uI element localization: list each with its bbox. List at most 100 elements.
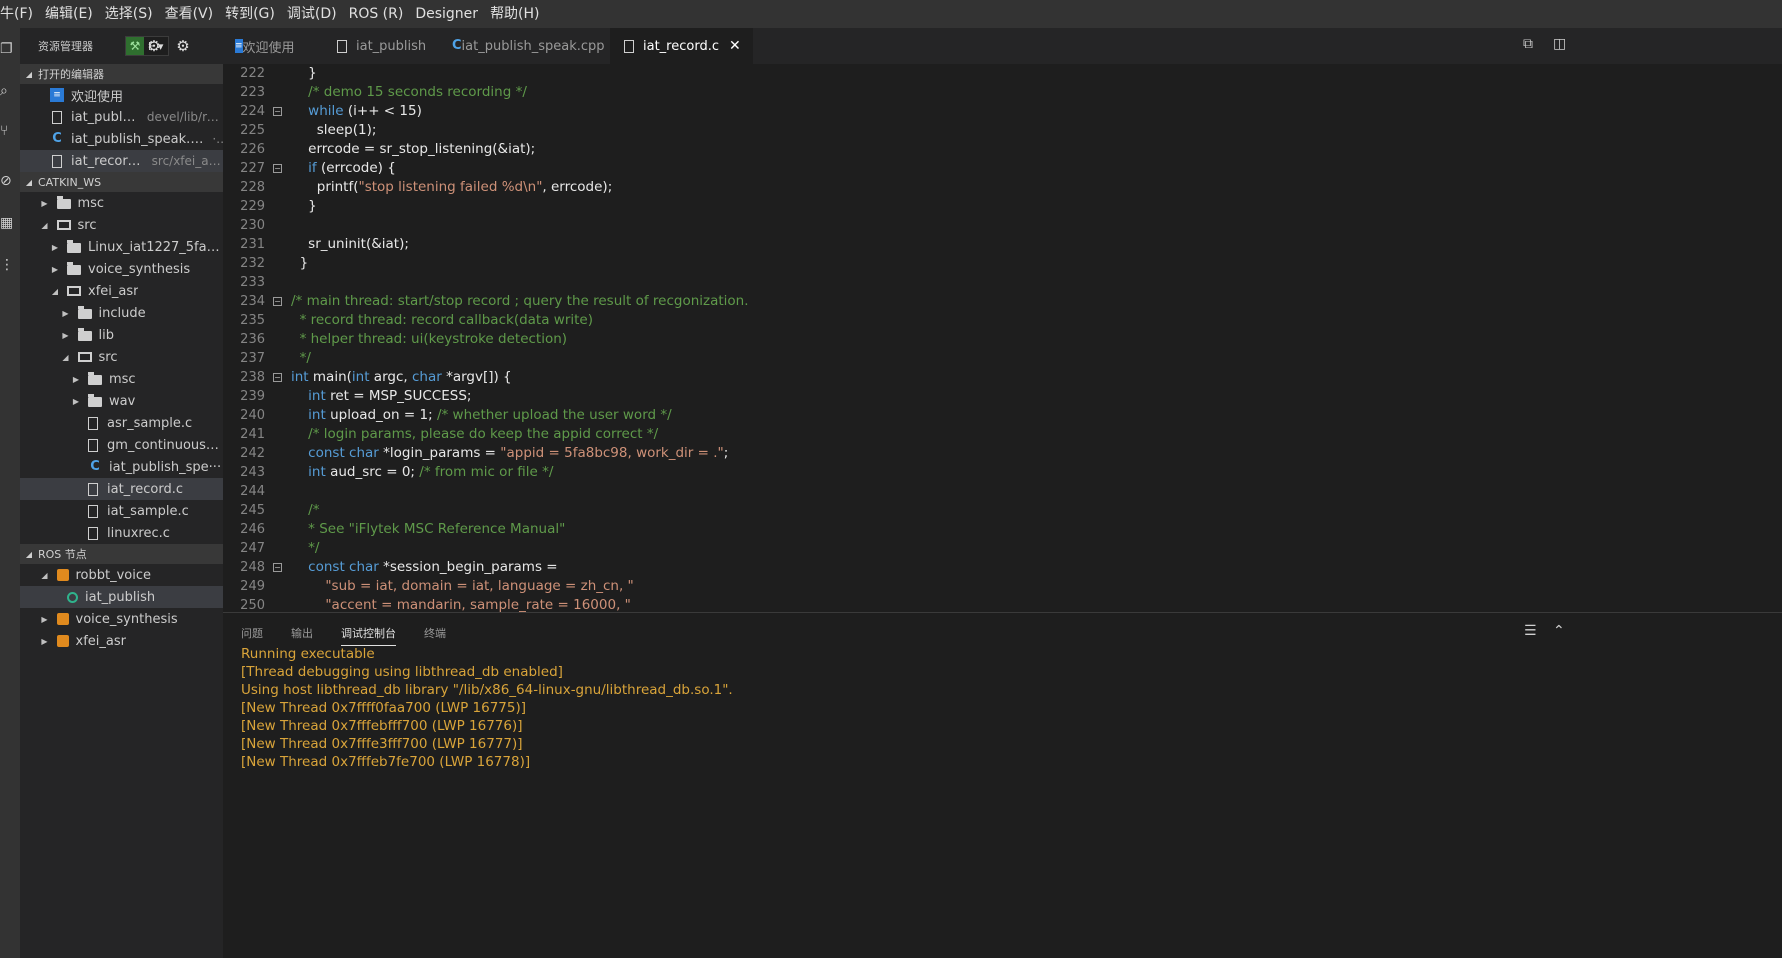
- code-token: (errcode) {: [316, 160, 396, 176]
- tree-item[interactable]: ◢ xfei_asr: [20, 280, 223, 302]
- tree-item[interactable]: gm_continuous_···: [20, 434, 223, 456]
- ros-tree-item[interactable]: ▶ voice_synthesis: [20, 608, 223, 630]
- tab-iat-record-c[interactable]: iat_record.c ✕: [610, 28, 753, 64]
- code-token: }: [291, 65, 317, 81]
- code-token: argc,: [369, 369, 412, 385]
- tree-item[interactable]: ▶ lib: [20, 324, 223, 346]
- workspace-header[interactable]: ◢ CATKIN_WS: [20, 172, 223, 192]
- open-editor-item[interactable]: iat_record.c src/xfei_as···: [20, 150, 223, 172]
- menu-edit[interactable]: 编辑(E): [39, 0, 99, 28]
- line-number: 225: [240, 123, 265, 138]
- chevron-right-icon: ▶: [62, 330, 69, 340]
- code-token: aud_src = 0;: [325, 464, 420, 480]
- tree-item[interactable]: Ciat_publish_spe···: [20, 456, 223, 478]
- code-token: * helper thread: ui(keystroke detection): [291, 331, 568, 347]
- menu-help[interactable]: 帮助(H): [484, 0, 545, 28]
- tree-item-label: iat_publish_spe···: [109, 459, 222, 475]
- close-icon[interactable]: ✕: [729, 38, 741, 54]
- ros-tree-item[interactable]: ▶ xfei_asr: [20, 630, 223, 652]
- gear-icon[interactable]: ⚙: [144, 36, 164, 56]
- tree-item[interactable]: ▶ wav: [20, 390, 223, 412]
- debug-icon[interactable]: ⊘: [0, 174, 12, 188]
- more-icon[interactable]: ⋮: [0, 258, 12, 272]
- chevron-up-icon[interactable]: ⌃: [1553, 623, 1565, 639]
- code-token: /* whether upload the user word */: [436, 407, 672, 423]
- tab-label: 欢迎使用: [242, 40, 295, 56]
- open-editor-item[interactable]: Ciat_publish_speak.cpp ···: [20, 128, 223, 150]
- tree-item[interactable]: ▶ msc: [20, 368, 223, 390]
- fold-icon[interactable]: −: [273, 164, 282, 173]
- console-line: Running executable: [241, 646, 375, 662]
- code-token: char: [411, 369, 442, 385]
- tree-item[interactable]: ▶ Linux_iat1227_5fa8bb···: [20, 236, 223, 258]
- code-token: "accent = mandarin, sample_rate = 16000,…: [325, 597, 631, 612]
- menu-ros[interactable]: ROS (R): [343, 0, 410, 28]
- search-icon[interactable]: ⌕: [0, 84, 12, 98]
- tree-item-label: src: [98, 349, 118, 365]
- tree-item[interactable]: ▶ include: [20, 302, 223, 324]
- debug-console-output[interactable]: Running executable [Thread debugging usin…: [241, 645, 733, 771]
- chevron-right-icon: ▶: [72, 396, 80, 406]
- code-editor[interactable]: 222 } 223 /* demo 15 seconds recording */…: [223, 64, 1782, 612]
- menu-file[interactable]: 牛(F): [0, 0, 39, 28]
- tree-item[interactable]: ◢ src: [20, 346, 223, 368]
- tree-item[interactable]: iat_record.c: [20, 478, 223, 500]
- tree-item[interactable]: linuxrec.c: [20, 522, 223, 544]
- menu-go[interactable]: 转到(G): [219, 0, 281, 28]
- tree-item[interactable]: iat_sample.c: [20, 500, 223, 522]
- menu-view[interactable]: 查看(V): [159, 0, 220, 28]
- open-editor-label: iat_record.c: [71, 153, 144, 169]
- chevron-right-icon: ▶: [41, 636, 48, 646]
- panel-tab[interactable]: 终端: [424, 625, 446, 646]
- fold-icon[interactable]: −: [273, 563, 282, 572]
- split-editor-icon[interactable]: ◫: [1553, 36, 1566, 52]
- menu-selection[interactable]: 选择(S): [99, 0, 159, 28]
- open-editor-item[interactable]: ≡ 欢迎使用: [20, 84, 223, 106]
- tree-item[interactable]: ▶ voice_synthesis: [20, 258, 223, 280]
- ros-nodes-header[interactable]: ◢ ROS 节点: [20, 544, 223, 564]
- fold-icon[interactable]: −: [273, 107, 282, 116]
- ros-tree-item[interactable]: ◢ robbt_voice: [20, 564, 223, 586]
- tab-iat-publish[interactable]: iat_publish: [323, 28, 440, 64]
- panel-tab[interactable]: 输出: [291, 625, 313, 646]
- source-control-icon[interactable]: ⑂: [0, 124, 12, 138]
- code-line: 236 * helper thread: ui(keystroke detect…: [223, 330, 1782, 349]
- code-token: sr_uninit(&iat);: [291, 236, 409, 252]
- open-editor-item[interactable]: iat_publish devel/lib/ro···: [20, 106, 223, 128]
- explorer-icon[interactable]: ❐: [0, 42, 12, 56]
- tree-item[interactable]: asr_sample.c: [20, 412, 223, 434]
- fold-icon[interactable]: −: [273, 297, 282, 306]
- line-number: 227: [240, 161, 265, 176]
- tab--[interactable]: ≡ 欢迎使用: [223, 28, 323, 64]
- open-editor-label: iat_publish: [71, 109, 139, 125]
- line-number: 233: [240, 275, 265, 290]
- settings-gear-icon[interactable]: ⚙: [173, 36, 193, 56]
- line-number: 222: [240, 66, 265, 81]
- extensions-icon[interactable]: ▦: [0, 216, 12, 230]
- open-editor-path: devel/lib/ro···: [146, 110, 223, 124]
- code-text: errcode = sr_stop_listening(&iat);: [291, 140, 535, 159]
- code-token: sleep(1);: [291, 122, 377, 138]
- code-text: if (errcode) {: [291, 159, 396, 178]
- code-line: 222 }: [223, 64, 1782, 83]
- clear-console-icon[interactable]: ☰: [1524, 623, 1537, 639]
- code-line: 243 int aud_src = 0; /* from mic or file…: [223, 463, 1782, 482]
- tree-item[interactable]: ▶ msc: [20, 192, 223, 214]
- code-token: , errcode);: [542, 179, 613, 195]
- tree-item[interactable]: ◢ src: [20, 214, 223, 236]
- fold-icon[interactable]: −: [273, 373, 282, 382]
- panel-tab[interactable]: 调试控制台: [341, 625, 396, 646]
- line-number: 246: [240, 522, 265, 537]
- ros-tree-item[interactable]: iat_publish: [20, 586, 223, 608]
- file-icon: [88, 504, 98, 518]
- tab-iat-publish-speak-cpp[interactable]: Ciat_publish_speak.cpp: [440, 28, 610, 64]
- panel-tab[interactable]: 问题: [241, 625, 263, 646]
- build-icon[interactable]: ⚒: [126, 37, 144, 55]
- open-changes-icon[interactable]: ⧉: [1523, 36, 1533, 52]
- menu-designer[interactable]: Designer: [409, 0, 484, 28]
- code-text: * record thread: record callback(data wr…: [291, 311, 593, 330]
- menu-debug[interactable]: 调试(D): [281, 0, 343, 28]
- code-text: /* main thread: start/stop record ; quer…: [291, 292, 749, 311]
- open-editors-header[interactable]: ◢ 打开的编辑器: [20, 64, 223, 84]
